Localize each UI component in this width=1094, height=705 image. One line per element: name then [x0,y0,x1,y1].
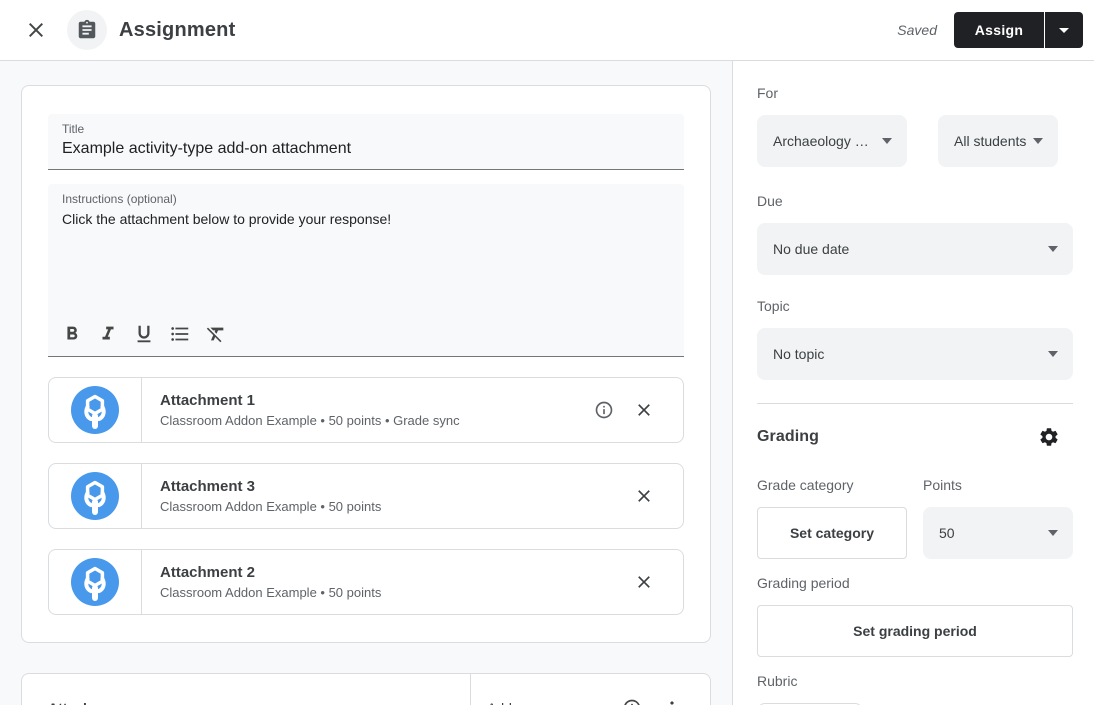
grade-category-label: Grade category [757,477,854,493]
grading-period-label: Grading period [757,575,850,591]
instructions-input[interactable]: Instructions (optional) Click the attach… [48,184,684,357]
top-bar: Assignment Saved Assign [0,0,1094,61]
attachment-title: Attachment 3 [160,478,256,495]
points-label: Points [923,477,962,493]
formatting-toolbar [54,318,234,350]
grading-settings-button[interactable] [1037,425,1061,449]
arrow-drop-down-icon [1048,246,1058,252]
arrow-drop-down-icon [1059,27,1069,33]
attachment-meta: Classroom Addon Example • 50 points [160,499,382,514]
assignment-form-card: Title Example activity-type add-on attac… [21,85,711,643]
underline-icon [133,323,155,345]
title-input[interactable]: Title Example activity-type add-on attac… [48,114,684,170]
for-label: For [757,85,778,101]
close-icon [24,18,48,42]
clear-formatting-button[interactable] [198,318,234,350]
topic-label: Topic [757,298,790,314]
italic-button[interactable] [90,318,126,350]
instructions-label: Instructions (optional) [62,192,177,206]
attach-label: Attach [48,700,92,705]
assignment-editor-panel: Title Example activity-type add-on attac… [0,61,733,705]
rubric-label: Rubric [757,673,798,689]
points-value: 50 [939,525,955,541]
students-select[interactable]: All students [938,115,1058,167]
addons-label: Add-ons [487,700,539,705]
assignment-icon [76,19,98,41]
assignment-type-badge [67,10,107,50]
assign-split-button: Assign [954,12,1083,48]
arrow-drop-down-icon [1033,138,1043,144]
close-icon [634,572,654,592]
attachment-meta: Classroom Addon Example • 50 points • Gr… [160,413,460,428]
attachment-card: Attachment 3 Classroom Addon Example • 5… [48,463,684,529]
assignment-settings-panel: For Archaeology … All students Due No du… [733,61,1094,705]
addon-logo-icon [71,558,119,606]
arrow-drop-down-icon [882,138,892,144]
close-button[interactable] [16,10,56,50]
attachment-logo-cell [49,464,142,528]
gear-icon [1038,426,1060,448]
course-select-value: Archaeology … [773,133,869,149]
sidebar-divider [757,403,1073,404]
close-icon [634,400,654,420]
due-date-select[interactable]: No due date [757,223,1073,275]
save-status: Saved [897,22,937,38]
title-label: Title [62,122,85,136]
remove-attachment-button[interactable] [624,476,664,516]
attachment-title: Attachment 2 [160,564,256,581]
set-category-button[interactable]: Set category [757,507,907,559]
attachment-logo-cell [49,550,142,614]
attachment-title: Attachment 1 [160,392,256,409]
info-icon [594,400,614,420]
remove-attachment-button[interactable] [624,562,664,602]
attachment-card: Attachment 1 Classroom Addon Example • 5… [48,377,684,443]
info-icon [622,698,642,705]
bulleted-list-button[interactable] [162,318,198,350]
bold-button[interactable] [54,318,90,350]
addons-info-button[interactable] [612,688,652,705]
arrow-drop-down-icon [1048,530,1058,536]
topic-select[interactable]: No topic [757,328,1073,380]
title-value: Example activity-type add-on attachment [62,140,352,157]
addon-logo-icon [71,386,119,434]
due-date-value: No due date [773,241,850,257]
attachment-logo-cell [49,378,142,442]
course-select[interactable]: Archaeology … [757,115,907,167]
close-icon [634,486,654,506]
grading-heading: Grading [757,428,820,445]
attachment-meta: Classroom Addon Example • 50 points [160,585,382,600]
points-select[interactable]: 50 [923,507,1073,559]
assign-options-button[interactable] [1044,12,1083,48]
bulleted-list-icon [169,323,191,345]
attach-bar: Attach Add-ons [21,673,711,705]
italic-icon [97,323,119,345]
topic-select-value: No topic [773,346,825,362]
addons-section: Add-ons [471,674,710,705]
assign-button[interactable]: Assign [954,12,1044,48]
underline-button[interactable] [126,318,162,350]
more-vert-icon [662,698,682,705]
arrow-drop-down-icon [1048,351,1058,357]
attachment-info-button[interactable] [584,390,624,430]
students-select-value: All students [954,133,1027,149]
instructions-value: Click the attachment below to provide yo… [62,211,392,227]
due-label: Due [757,193,783,209]
attach-section: Attach [22,674,471,705]
addons-more-button[interactable] [652,688,692,705]
addon-logo-icon [71,472,119,520]
page-title: Assignment [119,18,236,41]
remove-attachment-button[interactable] [624,390,664,430]
bold-icon [61,323,83,345]
attachment-card: Attachment 2 Classroom Addon Example • 5… [48,549,684,615]
clear-formatting-icon [205,323,227,345]
set-grading-period-button[interactable]: Set grading period [757,605,1073,657]
